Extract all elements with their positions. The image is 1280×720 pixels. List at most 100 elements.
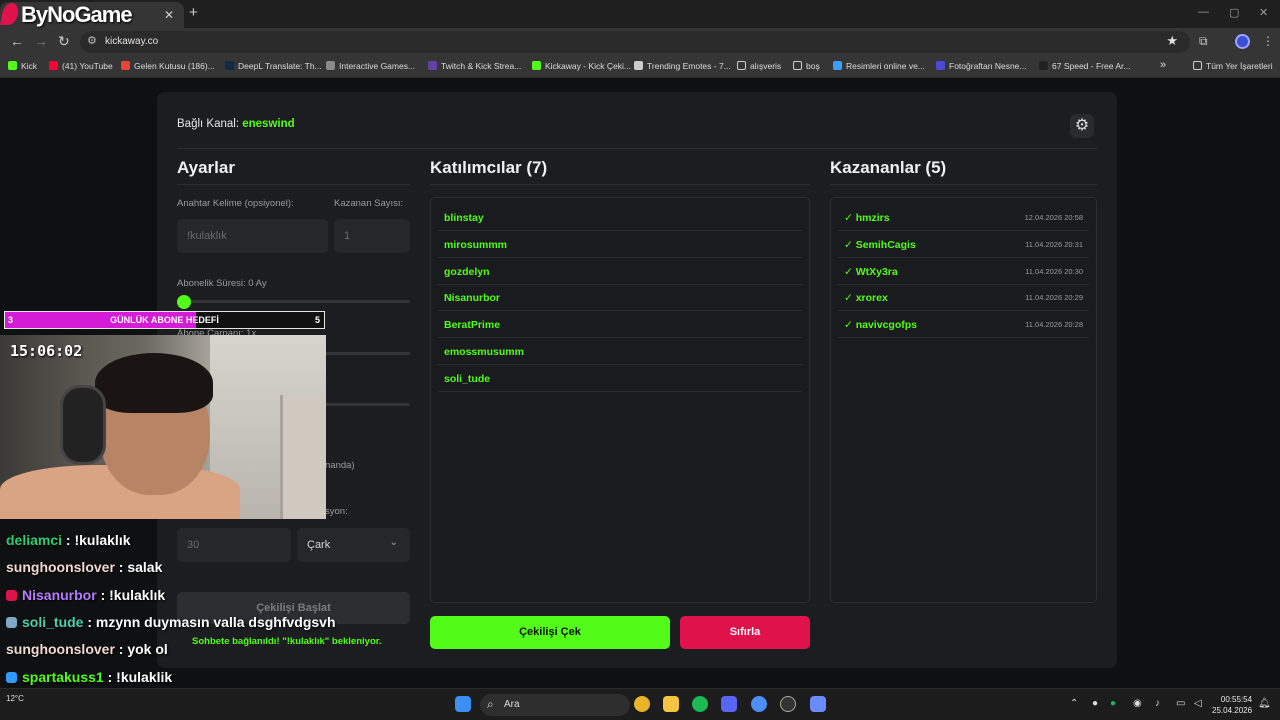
taskbar-clock[interactable]: 00:55:54 25.04.2026 — [1212, 694, 1252, 716]
bookmark-item[interactable]: Kick — [8, 61, 37, 71]
bookmark-item[interactable]: 67 Speed - Free Ar... — [1039, 61, 1130, 71]
chat-message: sunghoonslover : salak — [6, 559, 162, 575]
bookmark-item[interactable]: Resimleri online ve... — [833, 61, 925, 71]
forward-icon[interactable]: → — [34, 33, 48, 49]
bookmark-label: 67 Speed - Free Ar... — [1052, 61, 1131, 71]
bookmark-star-icon[interactable]: ★ — [1166, 33, 1178, 49]
chat-text: : !kulaklik — [103, 668, 173, 685]
folder-icon — [737, 61, 746, 70]
participant-row: soli_tude — [438, 365, 802, 392]
tray-discord-icon[interactable]: ● — [1092, 698, 1098, 709]
mode-label-fragment: syon: — [325, 506, 348, 517]
bookmark-item[interactable]: Kickaway - Kick Çeki... — [532, 61, 631, 71]
bookmark-item[interactable]: Interactive Games... — [326, 61, 415, 71]
site-info-icon[interactable]: ⚙ — [87, 34, 97, 47]
extensions-icon[interactable]: ⧉ — [1199, 34, 1208, 49]
all-bookmarks-label: Tüm Yer İşaretleri — [1206, 61, 1273, 71]
bookmark-item[interactable]: Fotoğraftan Nesne... — [936, 61, 1027, 71]
spotify-icon[interactable] — [692, 696, 708, 712]
all-bookmarks[interactable]: Tüm Yer İşaretleri — [1193, 61, 1273, 71]
winner-count-label: Kazanan Sayısı: — [334, 198, 404, 209]
sub-duration-slider-knob[interactable] — [177, 295, 191, 309]
bookmark-item[interactable]: Trending Emotes - 7... — [634, 61, 731, 71]
tray-spotify-icon[interactable]: ● — [1110, 698, 1116, 709]
participant-name: soli_tude — [444, 372, 491, 385]
bookmark-item[interactable]: boş — [793, 61, 820, 71]
chrome-icon[interactable] — [634, 696, 650, 712]
url-text: kickaway.co — [105, 36, 159, 47]
participants-title: Katılımcılar (7) — [430, 158, 548, 177]
bookmark-label: Twitch & Kick Strea... — [441, 61, 522, 71]
taskbar-time: 00:55:54 — [1220, 695, 1253, 704]
back-icon[interactable]: ← — [10, 33, 24, 49]
bookmark-item[interactable]: Twitch & Kick Strea... — [428, 61, 521, 71]
new-tab-button[interactable]: + — [189, 4, 198, 21]
winner-count-input[interactable]: 1 — [334, 219, 410, 253]
tray-steam-icon[interactable]: ◉ — [1133, 698, 1142, 709]
bookmark-label: Kick — [21, 61, 38, 71]
participant-name: BeratPrime — [444, 319, 501, 332]
sub-goal-label: GÜNLÜK ABONE HEDEFİ — [110, 315, 219, 325]
sub-duration-slider[interactable] — [177, 300, 410, 303]
start-icon[interactable] — [455, 696, 471, 712]
profile-avatar[interactable] — [1235, 34, 1250, 49]
channel-name: eneswind — [242, 118, 295, 130]
settings-gear-icon[interactable]: ⚙ — [1070, 114, 1094, 138]
obs-icon[interactable] — [780, 696, 796, 712]
chrome-profile-icon[interactable] — [751, 696, 767, 712]
close-tab-icon[interactable]: ✕ — [164, 8, 174, 22]
file-explorer-icon[interactable] — [663, 696, 679, 712]
menu-icon[interactable]: ⋮ — [1262, 34, 1274, 48]
maximize-icon[interactable]: ▢ — [1229, 6, 1239, 19]
participant-name: emossmusumm — [444, 346, 524, 358]
network-icon[interactable]: ▭ — [1176, 698, 1185, 709]
minimize-icon[interactable]: — — [1198, 6, 1209, 18]
favicon-icon — [936, 61, 945, 70]
participant-row: blinstay — [438, 204, 802, 231]
chat-text: : yok ol — [114, 641, 168, 658]
bookmark-item[interactable]: (41) YouTube — [49, 61, 113, 71]
taskbar-date: 25.04.2026 — [1212, 706, 1253, 715]
winner-name: ✓ WtXy3ra — [844, 265, 898, 278]
taskbar-search[interactable]: ⌕ Ara — [480, 694, 630, 716]
sub-duration-label: Abonelik Süresi: 0 Ay — [177, 278, 267, 289]
chat-username: Nisanurbor — [22, 586, 97, 603]
weather-widget[interactable]: 12°C — [6, 694, 24, 703]
chat-username: sunghoonslover — [6, 641, 115, 658]
chat-message: sunghoonslover : yok ol — [6, 641, 168, 657]
cam-headset — [60, 385, 106, 465]
bookmarks-bar: » Tüm Yer İşaretleri Kick (41) YouTube Gel… — [0, 56, 1280, 78]
mode-select[interactable]: Çark ⌄ — [297, 528, 410, 562]
address-bar[interactable]: ⚙ kickaway.co ★ — [80, 31, 1190, 53]
bookmark-item[interactable]: DeepL Translate: Th... — [225, 61, 322, 71]
draw-button[interactable]: Çekilişi Çek — [430, 616, 670, 649]
close-window-icon[interactable]: ✕ — [1259, 6, 1268, 19]
logo-text: ByNoGame — [21, 2, 133, 27]
tab-bar: ✕ + — ▢ ✕ — [0, 0, 1280, 28]
app-icon[interactable] — [810, 696, 826, 712]
sub-goal-target: 5 — [314, 315, 320, 325]
bookmark-label: Kickaway - Kick Çeki... — [545, 61, 631, 71]
keyword-input[interactable]: !kulaklık — [177, 219, 328, 253]
bookmarks-more-icon[interactable]: » — [1160, 59, 1166, 71]
winner-date: 12.04.2026 20:58 — [1024, 213, 1083, 222]
favicon-icon — [225, 61, 234, 70]
volume-icon[interactable]: ◁ — [1194, 698, 1202, 709]
connection-status: Sohbete bağlanıldı! "!kulaklık" bekleniy… — [192, 636, 382, 647]
chat-message: soli_tude : mzynn duymasın valla dsghfvd… — [6, 614, 336, 630]
bookmark-item[interactable]: alışveris — [737, 61, 781, 71]
winner-name: ✓ SemihCagis — [844, 238, 916, 251]
search-icon: ⌕ — [487, 697, 494, 711]
duration-input[interactable]: 30 — [177, 528, 291, 562]
mode-selected-value: Çark — [307, 539, 331, 551]
reset-button[interactable]: Sıfırla — [680, 616, 810, 649]
discord-icon[interactable] — [721, 696, 737, 712]
favicon-icon — [833, 61, 842, 70]
bookmark-item[interactable]: Gelen Kutusu (186)... — [121, 61, 215, 71]
microphone-icon[interactable]: ♪ — [1155, 698, 1160, 709]
reload-icon[interactable]: ↻ — [58, 33, 70, 50]
chat-message: deliamci : !kulaklık — [6, 532, 131, 548]
tray-chevron-icon[interactable]: ⌃ — [1070, 698, 1078, 709]
notification-bell-icon[interactable]: 🔔︎ — [1258, 698, 1271, 709]
bookmark-label: (41) YouTube — [62, 61, 113, 71]
